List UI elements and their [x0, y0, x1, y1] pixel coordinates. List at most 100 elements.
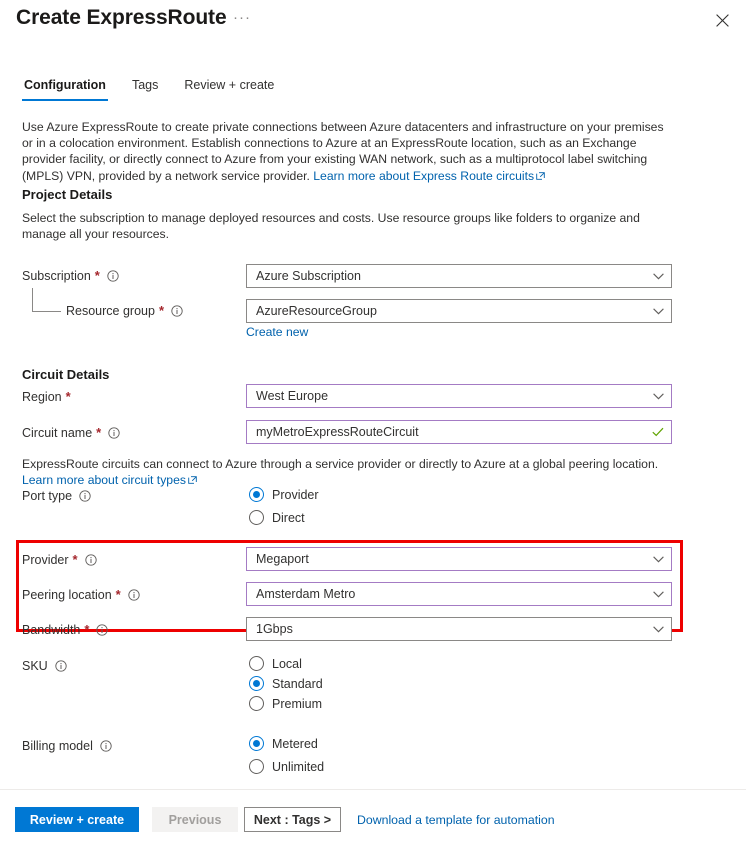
info-icon[interactable] [55, 660, 67, 672]
tab-review-create[interactable]: Review + create [182, 78, 276, 101]
circuit-name-value: myMetroExpressRouteCircuit [256, 425, 419, 439]
learn-more-express-route-link[interactable]: Learn more about Express Route circuits [313, 169, 534, 183]
region-label: Region * [22, 390, 71, 404]
provider-dropdown[interactable]: Megaport [246, 547, 672, 571]
region-label-text: Region [22, 390, 62, 404]
billing-model-radio-metered[interactable]: Metered [249, 736, 318, 751]
provider-label-text: Provider [22, 553, 69, 567]
sku-option-label: Standard [272, 676, 323, 691]
section-title-project-details: Project Details [22, 187, 113, 202]
learn-more-circuit-types-link[interactable]: Learn more about circuit types [22, 473, 186, 487]
region-value: West Europe [256, 389, 329, 403]
chevron-down-icon [645, 272, 671, 280]
provider-value: Megaport [256, 552, 309, 566]
peering-location-label: Peering location * [22, 588, 140, 602]
billing-model-option-label: Metered [272, 736, 318, 751]
subscription-value: Azure Subscription [256, 269, 361, 283]
circuit-name-label: Circuit name * [22, 426, 120, 440]
radio-dot [249, 656, 264, 671]
create-new-resource-group-link[interactable]: Create new [246, 325, 308, 339]
radio-dot [249, 487, 264, 502]
billing-model-label-text: Billing model [22, 739, 93, 753]
required-asterisk: * [115, 587, 121, 602]
chevron-down-icon [645, 392, 671, 400]
circuit-types-link-wrap: Learn more about circuit types [22, 473, 197, 488]
provider-label: Provider * [22, 553, 97, 567]
radio-dot [249, 696, 264, 711]
chevron-down-icon [645, 590, 671, 598]
resource-group-label: Resource group * [66, 304, 183, 318]
previous-button: Previous [152, 807, 238, 832]
radio-dot [249, 736, 264, 751]
tab-configuration[interactable]: Configuration [22, 78, 108, 101]
circuit-name-input[interactable]: myMetroExpressRouteCircuit [246, 420, 672, 444]
billing-model-radio-unlimited[interactable]: Unlimited [249, 759, 324, 774]
circuit-types-note: ExpressRoute circuits can connect to Azu… [22, 457, 659, 471]
form-content: Use Azure ExpressRoute to create private… [0, 110, 746, 790]
bandwidth-dropdown[interactable]: 1Gbps [246, 617, 672, 641]
required-asterisk: * [72, 552, 78, 567]
sku-radio-premium[interactable]: Premium [249, 696, 322, 711]
review-create-button[interactable]: Review + create [15, 807, 139, 832]
required-asterisk: * [158, 303, 165, 318]
next-tags-button[interactable]: Next : Tags > [244, 807, 341, 832]
billing-model-option-label: Unlimited [272, 759, 325, 774]
radio-dot [249, 759, 264, 774]
info-icon[interactable] [79, 490, 91, 502]
sku-option-label: Local [272, 656, 302, 671]
blade-header: Create ExpressRoute ··· [0, 0, 746, 46]
chevron-down-icon [645, 625, 671, 633]
resource-group-tree-connector [32, 288, 61, 312]
tab-list: Configuration Tags Review + create [22, 78, 276, 101]
chevron-down-icon [645, 307, 671, 315]
intro-paragraph: Use Azure ExpressRoute to create private… [22, 119, 672, 185]
page-title: Create ExpressRoute [16, 6, 227, 29]
sku-radio-standard[interactable]: Standard [249, 676, 323, 691]
sku-radio-local[interactable]: Local [249, 656, 302, 671]
info-icon[interactable] [96, 624, 109, 636]
sku-label: SKU [22, 659, 67, 673]
required-asterisk: * [84, 622, 90, 637]
valid-check-icon [645, 427, 671, 437]
info-icon[interactable] [107, 270, 119, 282]
port-type-radio-direct[interactable]: Direct [249, 510, 305, 525]
resource-group-value: AzureResourceGroup [256, 304, 377, 318]
peering-location-label-text: Peering location [22, 588, 112, 602]
sku-label-text: SKU [22, 659, 48, 673]
external-link-icon [536, 169, 545, 185]
subscription-label: Subscription * [22, 269, 119, 283]
info-icon[interactable] [108, 427, 120, 439]
bandwidth-label-text: Bandwidth [22, 623, 81, 637]
section-title-circuit-details: Circuit Details [22, 367, 110, 382]
subscription-label-text: Subscription [22, 269, 91, 283]
radio-dot [249, 510, 264, 525]
required-asterisk: * [94, 268, 100, 283]
region-dropdown[interactable]: West Europe [246, 384, 672, 408]
info-icon[interactable] [128, 589, 140, 601]
peering-location-dropdown[interactable]: Amsterdam Metro [246, 582, 672, 606]
footer-action-bar: Review + create Previous Next : Tags > D… [0, 789, 746, 848]
port-type-label-text: Port type [22, 489, 73, 503]
more-options-icon[interactable]: ··· [233, 10, 251, 26]
close-icon[interactable] [710, 8, 734, 32]
download-template-link[interactable]: Download a template for automation [357, 813, 555, 827]
circuit-name-label-text: Circuit name [22, 426, 93, 440]
info-icon[interactable] [171, 305, 183, 317]
subscription-dropdown[interactable]: Azure Subscription [246, 264, 672, 288]
project-details-helper-text: Select the subscription to manage deploy… [22, 211, 640, 242]
info-icon[interactable] [84, 554, 97, 566]
port-type-option-label: Direct [272, 510, 305, 525]
sku-option-label: Premium [272, 696, 323, 711]
info-icon[interactable] [100, 740, 112, 752]
port-type-label: Port type [22, 489, 91, 503]
chevron-down-icon [645, 555, 671, 563]
port-type-option-label: Provider [272, 487, 319, 502]
resource-group-dropdown[interactable]: AzureResourceGroup [246, 299, 672, 323]
tab-tags[interactable]: Tags [130, 78, 160, 101]
radio-dot [249, 676, 264, 691]
bandwidth-value: 1Gbps [256, 622, 293, 636]
bandwidth-label: Bandwidth * [22, 622, 109, 637]
billing-model-label: Billing model [22, 739, 112, 753]
external-link-icon [188, 474, 197, 488]
port-type-radio-provider[interactable]: Provider [249, 487, 319, 502]
